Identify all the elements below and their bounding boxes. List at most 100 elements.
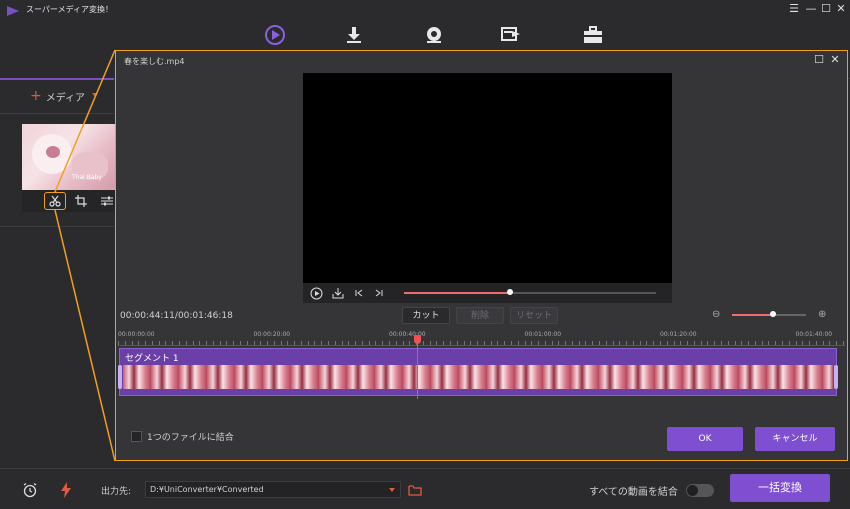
ruler-tick [118,341,119,345]
ruler-tick [585,341,587,345]
ruler-tick [273,341,275,345]
ruler-tick [138,341,140,345]
chevron-down-icon[interactable] [92,93,98,97]
ruler-tick [578,341,580,345]
video-thumbnail[interactable]: Thai Baby [22,124,116,190]
alarm-clock-icon[interactable] [22,482,38,498]
zoom-fill [732,314,773,316]
zoom-out-icon[interactable]: ⊖ [712,309,720,320]
play-icon[interactable] [309,286,323,300]
segment-label: セグメント 1 [125,354,179,364]
menu-icon[interactable]: ☰ [787,2,801,16]
add-media-label: メディア [45,92,86,104]
ruler-tick [287,341,289,345]
ruler-tick [395,341,397,345]
add-media-button[interactable]: + メディア [30,88,98,104]
output-path-field[interactable]: D:¥UniConverter¥Converted [145,481,401,498]
scissors-highlight [44,192,66,210]
ruler-tick [192,341,194,345]
crop-icon[interactable] [74,194,88,208]
ruler-tick [748,341,750,345]
ruler-tick [280,341,282,345]
ruler-tick [328,341,330,345]
ruler-tick [226,341,228,345]
lightning-icon[interactable] [58,482,74,498]
close-button[interactable]: ✕ [834,2,848,16]
dialog-close-button[interactable]: ✕ [829,54,841,66]
ruler-tick [456,341,458,345]
ruler-tick [544,341,546,345]
ruler-tick [829,341,831,345]
segment-clip[interactable]: セグメント 1 [118,348,838,396]
ruler-tick [443,341,445,345]
app-logo-icon [7,6,19,16]
ruler-tick [700,341,702,345]
ruler-tick [673,341,675,345]
ruler-tick [307,341,309,345]
ruler-tick [389,341,390,345]
segment-start-handle[interactable] [118,365,122,389]
cut-button[interactable]: カット [402,307,450,324]
ruler-tick [571,341,573,345]
cancel-button[interactable]: キャンセル [755,427,835,451]
prev-frame-icon[interactable] [352,286,366,300]
merge-files-checkbox[interactable] [131,431,142,442]
ruler-tick [775,341,777,345]
playhead-line [417,335,418,399]
ruler-tick [781,341,783,345]
ok-button[interactable]: OK [667,427,743,451]
ruler-tick [815,341,817,345]
plus-icon: + [30,88,42,104]
folder-icon[interactable] [407,482,423,498]
ruler-tick [653,341,655,345]
ruler-tick [714,341,716,345]
ruler-tick [239,341,241,345]
segment-thumbnail-strip [123,365,833,389]
left-divider-2 [0,226,114,227]
playhead-handle[interactable] [414,335,421,344]
download-icon[interactable] [341,22,367,48]
ruler-tick [219,341,221,345]
ruler-tick [185,341,187,345]
ruler-tick [612,341,614,345]
ruler-tick [321,341,323,345]
video-preview[interactable] [303,73,672,283]
convert-icon[interactable] [262,22,288,48]
ruler-tick [687,341,689,345]
merge-all-toggle[interactable] [686,484,714,497]
ruler-tick [510,341,512,345]
ruler-tick [517,341,519,345]
ruler-tick [246,341,248,345]
ruler-tick [497,341,499,345]
ruler-tick [334,341,336,345]
chevron-down-icon[interactable] [389,488,395,492]
effects-icon[interactable] [100,194,114,208]
maximize-button[interactable]: ☐ [819,2,833,16]
seek-handle[interactable] [506,289,513,295]
snapshot-icon[interactable] [331,286,345,300]
minimize-button[interactable]: — [804,2,818,16]
convert-all-button[interactable]: 一括変換 [730,474,830,502]
dialog-maximize-button[interactable]: ☐ [813,54,825,66]
ruler-tick-label: 00:00:20:00 [253,331,291,338]
zoom-in-icon[interactable]: ⊕ [818,309,826,320]
timeline-ruler[interactable]: 00:00:00:00 00:00:20:00 00:00:40:00 00:01:0… [118,331,845,349]
ruler-tick [361,341,363,345]
reset-button[interactable]: リセット [510,307,558,324]
ruler-tick [470,341,472,345]
ruler-tick [151,341,153,345]
ruler-tick [124,341,126,345]
delete-button[interactable]: 削除 [456,307,504,324]
ruler-tick [314,341,316,345]
record-icon[interactable] [421,22,447,48]
next-frame-icon[interactable] [372,286,386,300]
zoom-handle[interactable] [769,311,776,317]
merge-all-label: すべての動画を結合 [589,487,678,498]
segment-end-handle[interactable] [834,365,838,389]
ruler-tick [720,341,722,345]
ruler-tick [693,341,695,345]
ruler-tick [592,341,594,345]
toolbox-icon[interactable] [580,22,606,48]
transfer-icon[interactable] [498,22,524,48]
ruler-tick-label: 00:01:20:00 [660,331,697,338]
